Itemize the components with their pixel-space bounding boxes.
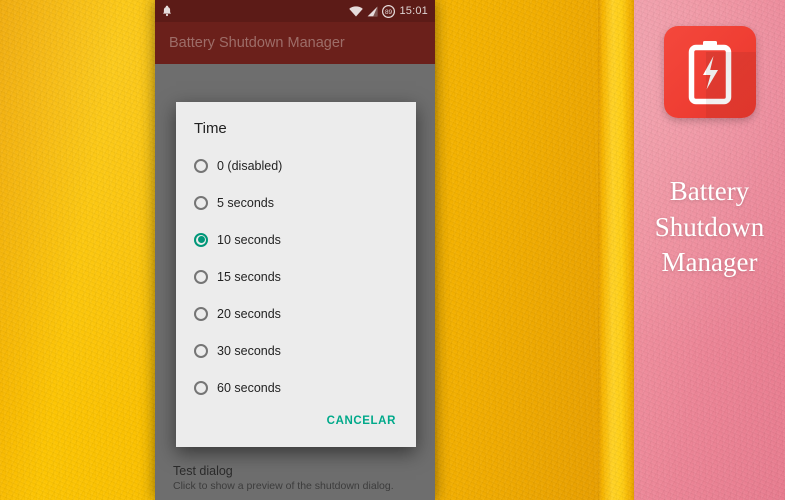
radio-button-icon[interactable] [194,158,208,173]
status-bar-left-icons [162,5,172,17]
preference-title: Test dialog [173,464,233,478]
radio-option-20-seconds[interactable]: 20 seconds [194,295,416,332]
radio-option-label: 30 seconds [217,343,281,358]
radio-group-time-options[interactable]: 0 (disabled) 5 seconds 10 seconds 15 sec… [176,147,416,409]
status-bar-right-icons: 89 15:01 [349,4,428,18]
app-bar: Battery Shutdown Manager [155,22,435,64]
battery-circle-icon: 89 [382,4,396,18]
status-bar: 89 15:01 [155,0,435,22]
radio-button-icon[interactable] [194,269,208,284]
status-bar-clock: 15:01 [399,5,428,17]
dialog-action-bar: CANCELAR [176,409,416,447]
phone-mockup: 89 15:01 Battery Shutdown Manager Test d… [155,0,435,500]
wifi-icon [349,5,364,17]
radio-option-label: 5 seconds [217,195,274,210]
radio-button-icon[interactable] [194,380,208,395]
battery-level-text: 89 [385,9,393,16]
radio-option-60-seconds[interactable]: 60 seconds [194,369,416,406]
radio-button-icon[interactable] [194,306,208,321]
background-wall-pink [634,0,785,500]
app-bar-title: Battery Shutdown Manager [169,35,345,51]
radio-option-label: 0 (disabled) [217,158,283,173]
wall-texture-overlay [598,0,636,500]
preference-summary: Click to show a preview of the shutdown … [173,480,394,492]
notification-bell-icon [162,5,172,17]
preference-item-test-dialog[interactable]: Test dialog Click to show a preview of t… [155,464,435,500]
phone-content-scrim: Test dialog Click to show a preview of t… [155,64,435,500]
radio-option-label: 15 seconds [217,269,281,284]
radio-button-icon[interactable] [194,343,208,358]
background-wall-corner-edge [598,0,636,500]
radio-button-icon[interactable] [194,195,208,210]
radio-option-label: 10 seconds [217,232,281,247]
radio-option-0-disabled[interactable]: 0 (disabled) [194,147,416,184]
radio-option-5-seconds[interactable]: 5 seconds [194,184,416,221]
screenshot-stage: 89 15:01 Battery Shutdown Manager Test d… [0,0,785,500]
radio-button-icon-selected[interactable] [194,232,208,247]
radio-option-30-seconds[interactable]: 30 seconds [194,332,416,369]
radio-option-label: 20 seconds [217,306,281,321]
radio-option-10-seconds[interactable]: 10 seconds [194,221,416,258]
radio-option-label: 60 seconds [217,380,281,395]
dialog-title: Time [194,120,227,137]
cancel-button[interactable]: CANCELAR [323,409,400,433]
time-selection-dialog: Time 0 (disabled) 5 seconds 10 seconds 1… [176,102,416,447]
radio-option-15-seconds[interactable]: 15 seconds [194,258,416,295]
wall-texture-overlay [634,0,785,500]
cell-signal-icon [367,6,378,17]
